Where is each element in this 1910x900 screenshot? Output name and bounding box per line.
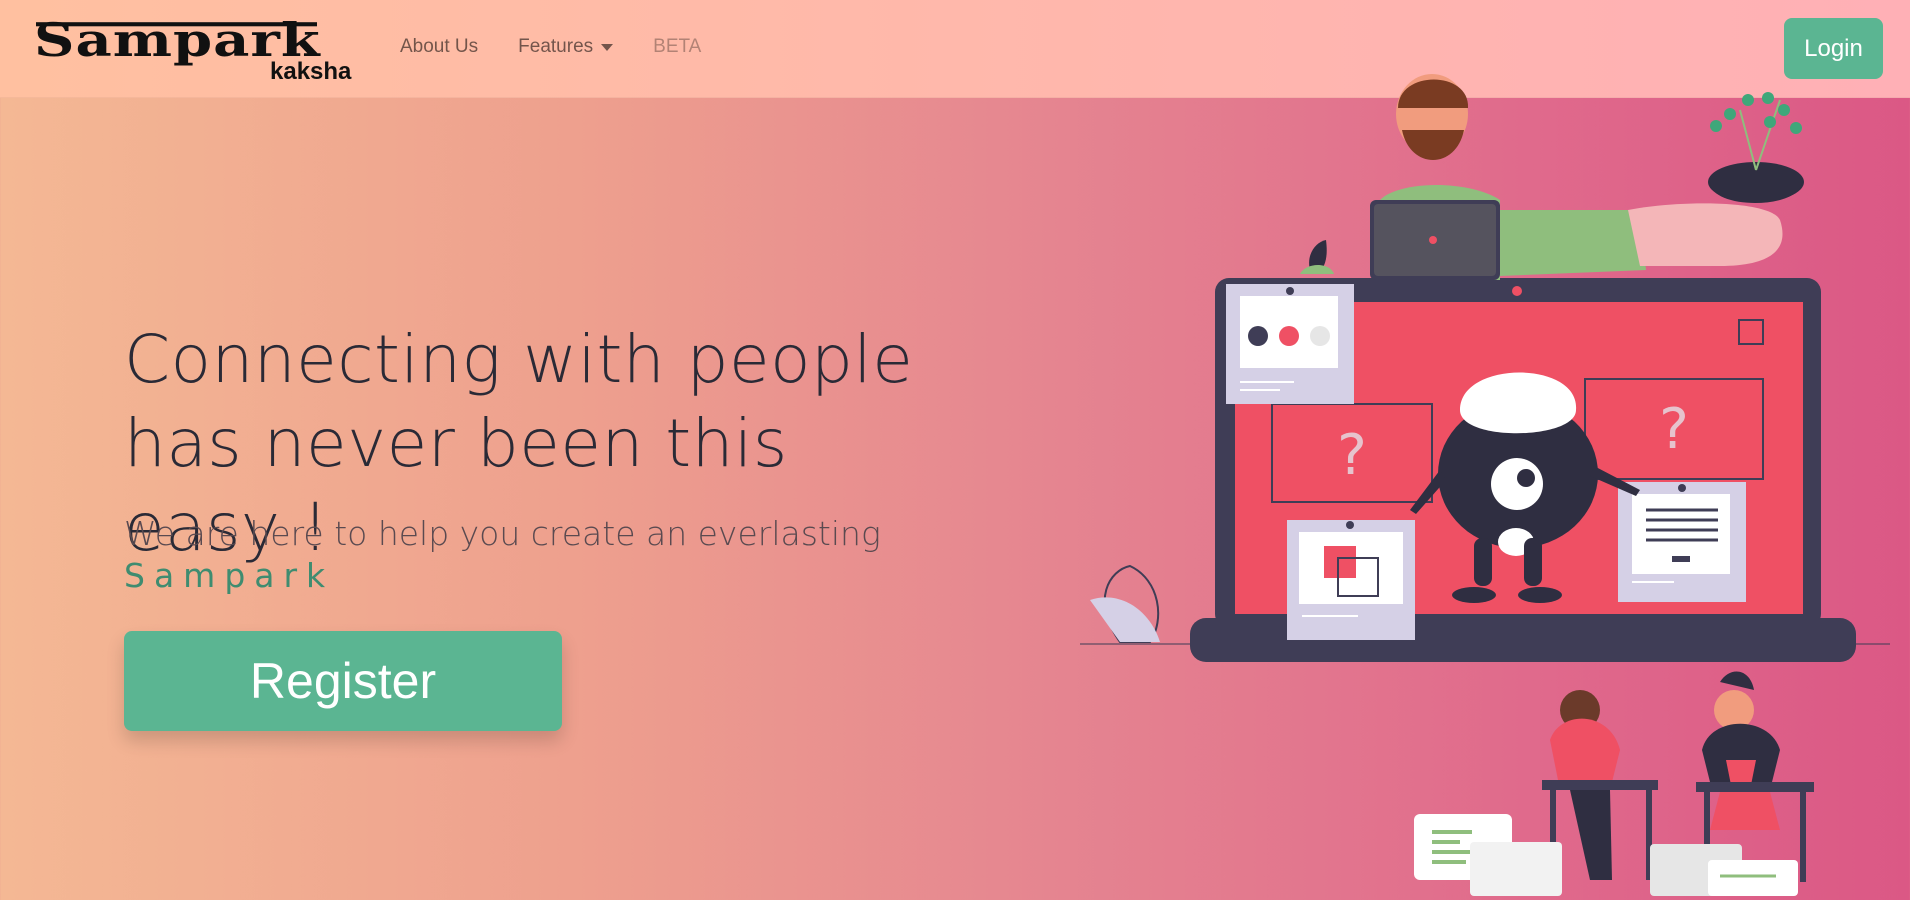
question-mark-left: ? xyxy=(1337,423,1367,488)
nav-features-label: Features xyxy=(518,36,594,57)
brand-logo[interactable]: Sampark kaksha xyxy=(34,14,364,85)
hero-brand-word: Sampark xyxy=(124,556,335,595)
hero-illustration-svg: ? ? xyxy=(1080,74,1890,896)
chevron-down-icon xyxy=(601,43,614,51)
nav-features-dropdown[interactable]: Features xyxy=(518,36,614,58)
question-mark-right: ? xyxy=(1659,397,1689,462)
hero-illustration: ? ? xyxy=(1080,70,1910,896)
nav-links: About Us Features BETA xyxy=(400,36,701,58)
nav-about-us[interactable]: About Us xyxy=(400,36,478,58)
hero-subtitle: We are here to help you create an everla… xyxy=(124,514,881,553)
register-button[interactable]: Register xyxy=(124,631,562,731)
brand-subtitle: kaksha xyxy=(270,58,352,85)
hero-title-line-1: Connecting with people xyxy=(124,321,914,398)
nav-beta[interactable]: BETA xyxy=(653,36,701,58)
